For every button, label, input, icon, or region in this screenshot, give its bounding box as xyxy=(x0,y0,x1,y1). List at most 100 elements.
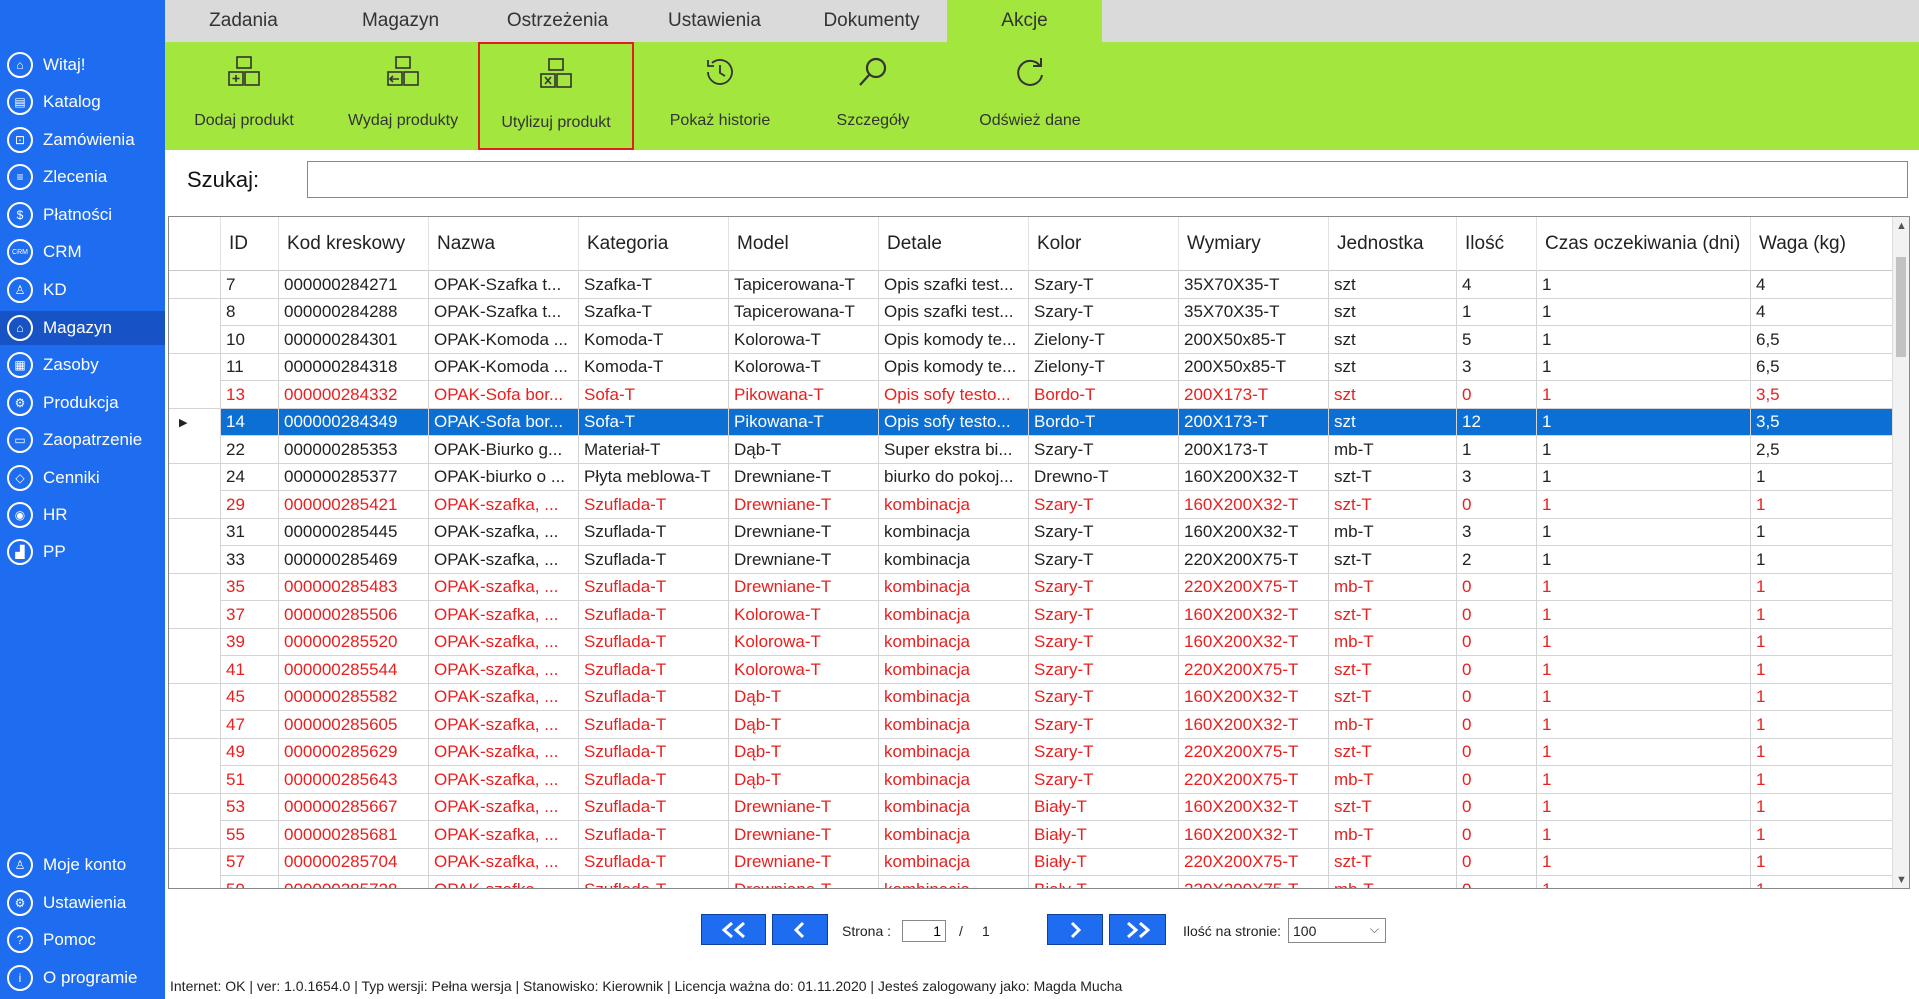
table-cell[interactable]: szt-T xyxy=(1329,656,1457,683)
column-header-category[interactable]: Kategoria xyxy=(579,217,729,271)
table-cell[interactable]: Drewniane-T xyxy=(729,518,879,546)
table-cell[interactable]: 160X200X32-T xyxy=(1179,683,1329,711)
table-row[interactable]: 22 000000285353 OPAK-Biurko g... Materiał-T… xyxy=(169,436,1894,464)
table-cell[interactable]: kombinacja xyxy=(879,491,1029,518)
table-cell[interactable]: 160X200X32-T xyxy=(1179,518,1329,546)
table-row[interactable]: 53 000000285667 OPAK-szafka, ... Szuflada-T… xyxy=(169,793,1894,821)
tab-ostrzezenia[interactable]: Ostrzeżenia xyxy=(479,0,636,42)
table-cell[interactable]: kombinacja xyxy=(879,876,1029,888)
table-cell[interactable]: 37 xyxy=(221,601,279,628)
table-cell[interactable]: Szafka-T xyxy=(579,271,729,298)
column-header-id[interactable]: ID xyxy=(221,217,279,271)
table-cell[interactable]: kombinacja xyxy=(879,656,1029,683)
table-cell[interactable]: 000000285582 xyxy=(279,683,429,711)
table-cell[interactable]: 1 xyxy=(1537,601,1751,628)
table-cell[interactable]: 1 xyxy=(1751,601,1894,628)
table-row[interactable]: 10 000000284301 OPAK-Komoda ... Komoda-T Kol… xyxy=(169,326,1894,354)
table-cell[interactable]: 220X200X75-T xyxy=(1179,876,1329,888)
table-cell[interactable]: Dąb-T xyxy=(729,711,879,738)
table-cell[interactable]: 7 xyxy=(221,271,279,298)
table-cell[interactable]: Bordo-T xyxy=(1029,381,1179,408)
table-cell[interactable]: Szuflada-T xyxy=(579,848,729,876)
row-header[interactable] xyxy=(169,766,221,793)
sidebar-item-o-programie[interactable]: i O programie xyxy=(0,961,165,995)
table-cell[interactable]: 000000285520 xyxy=(279,628,429,656)
table-cell[interactable]: 3 xyxy=(1457,518,1537,546)
table-cell[interactable]: 12 xyxy=(1457,408,1537,436)
table-cell[interactable]: Drewniane-T xyxy=(729,546,879,573)
table-cell[interactable]: 220X200X75-T xyxy=(1179,848,1329,876)
table-cell[interactable]: 1 xyxy=(1751,766,1894,793)
table-cell[interactable]: 8 xyxy=(221,298,279,326)
table-cell[interactable]: 0 xyxy=(1457,848,1537,876)
row-header[interactable] xyxy=(169,711,221,738)
table-cell[interactable]: Szary-T xyxy=(1029,628,1179,656)
table-cell[interactable]: 1 xyxy=(1751,738,1894,766)
row-header[interactable] xyxy=(169,546,221,573)
row-header[interactable] xyxy=(169,821,221,848)
table-cell[interactable]: Biały-T xyxy=(1029,848,1179,876)
table-cell[interactable]: mb-T xyxy=(1329,573,1457,601)
table-cell[interactable]: 000000284349 xyxy=(279,408,429,436)
table-cell[interactable]: 220X200X75-T xyxy=(1179,766,1329,793)
table-cell[interactable]: 000000285605 xyxy=(279,711,429,738)
table-cell[interactable]: Dąb-T xyxy=(729,738,879,766)
table-cell[interactable]: Dąb-T xyxy=(729,766,879,793)
table-cell[interactable]: 1 xyxy=(1751,491,1894,518)
table-cell[interactable]: 11 xyxy=(221,353,279,381)
table-cell[interactable]: OPAK-szafka, ... xyxy=(429,656,579,683)
table-cell[interactable]: Drewno-T xyxy=(1029,463,1179,491)
table-cell[interactable]: szt xyxy=(1329,271,1457,298)
table-cell[interactable]: 1 xyxy=(1751,711,1894,738)
table-cell[interactable]: 1 xyxy=(1537,353,1751,381)
table-cell[interactable]: 24 xyxy=(221,463,279,491)
release-products-button[interactable]: Wydaj produkty xyxy=(338,42,468,150)
table-cell[interactable]: kombinacja xyxy=(879,821,1029,848)
row-header[interactable] xyxy=(169,381,221,408)
table-cell[interactable]: 51 xyxy=(221,766,279,793)
table-cell[interactable]: 000000285506 xyxy=(279,601,429,628)
table-cell[interactable]: Opis komody te... xyxy=(879,353,1029,381)
table-cell[interactable]: Szary-T xyxy=(1029,683,1179,711)
table-cell[interactable]: 3 xyxy=(1457,353,1537,381)
table-cell[interactable]: Tapicerowana-T xyxy=(729,298,879,326)
table-cell[interactable]: 35X70X35-T xyxy=(1179,271,1329,298)
table-cell[interactable]: 13 xyxy=(221,381,279,408)
table-cell[interactable]: OPAK-Biurko g... xyxy=(429,436,579,463)
sidebar-item-kd[interactable]: ♙ KD xyxy=(0,273,165,307)
table-cell[interactable]: Kolorowa-T xyxy=(729,326,879,353)
table-cell[interactable]: szt xyxy=(1329,298,1457,326)
table-cell[interactable]: Szary-T xyxy=(1029,766,1179,793)
table-cell[interactable]: 35X70X35-T xyxy=(1179,298,1329,326)
table-cell[interactable]: kombinacja xyxy=(879,711,1029,738)
table-cell[interactable]: 4 xyxy=(1751,271,1894,298)
column-header-name[interactable]: Nazwa xyxy=(429,217,579,271)
sidebar-item-zaopatrzenie[interactable]: ▭ Zaopatrzenie xyxy=(0,423,165,457)
table-cell[interactable]: 1 xyxy=(1751,628,1894,656)
table-cell[interactable]: 33 xyxy=(221,546,279,573)
table-cell[interactable]: Szary-T xyxy=(1029,271,1179,298)
table-cell[interactable]: OPAK-szafka, ... xyxy=(429,518,579,546)
table-cell[interactable]: 0 xyxy=(1457,821,1537,848)
table-cell[interactable]: 53 xyxy=(221,793,279,821)
table-cell[interactable]: kombinacja xyxy=(879,793,1029,821)
table-row[interactable]: 11 000000284318 OPAK-Komoda ... Komoda-T Kol… xyxy=(169,353,1894,381)
table-cell[interactable]: 200X50x85-T xyxy=(1179,326,1329,353)
table-cell[interactable]: 0 xyxy=(1457,573,1537,601)
table-cell[interactable]: 000000285667 xyxy=(279,793,429,821)
table-cell[interactable]: szt-T xyxy=(1329,738,1457,766)
table-cell[interactable]: 3,5 xyxy=(1751,381,1894,408)
table-cell[interactable]: mb-T xyxy=(1329,876,1457,888)
show-history-button[interactable]: Pokaż historie xyxy=(655,42,785,150)
table-cell[interactable]: 1 xyxy=(1537,271,1751,298)
sidebar-item-magazyn[interactable]: ⌂ Magazyn xyxy=(0,311,165,345)
table-cell[interactable]: 000000285643 xyxy=(279,766,429,793)
tab-dokumenty[interactable]: Dokumenty xyxy=(793,0,950,42)
table-cell[interactable]: Szuflada-T xyxy=(579,821,729,848)
table-cell[interactable]: 1 xyxy=(1751,821,1894,848)
table-cell[interactable]: Sofa-T xyxy=(579,408,729,436)
row-header[interactable] xyxy=(169,298,221,326)
table-cell[interactable]: 45 xyxy=(221,683,279,711)
column-header-barcode[interactable]: Kod kreskowy xyxy=(279,217,429,271)
table-cell[interactable]: OPAK-Szafka t... xyxy=(429,271,579,298)
